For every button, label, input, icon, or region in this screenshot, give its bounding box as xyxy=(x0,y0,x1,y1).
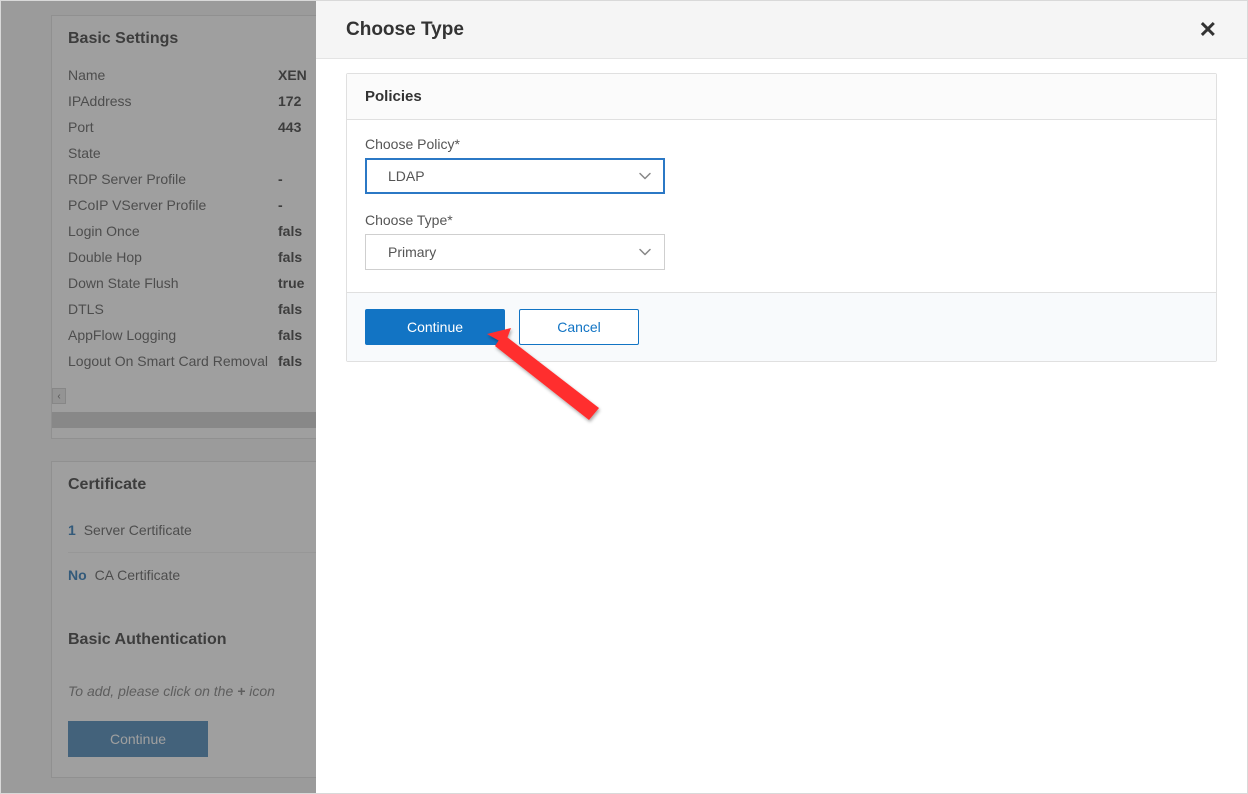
choose-type-value: Primary xyxy=(388,244,436,260)
policies-footer: Continue Cancel xyxy=(347,293,1216,361)
choose-type-modal: Choose Type ✕ Policies Choose Policy* LD… xyxy=(316,1,1247,793)
choose-type-dropdown[interactable]: Primary xyxy=(365,234,665,270)
choose-policy-dropdown[interactable]: LDAP xyxy=(365,158,665,194)
chevron-down-icon xyxy=(638,169,652,183)
policies-body: Choose Policy* LDAP Choose Type* Primary xyxy=(347,120,1216,293)
choose-policy-value: LDAP xyxy=(388,168,425,184)
policies-section: Policies Choose Policy* LDAP Choose Type… xyxy=(346,73,1217,362)
modal-header: Choose Type ✕ xyxy=(316,1,1247,59)
continue-button[interactable]: Continue xyxy=(365,309,505,345)
close-icon[interactable]: ✕ xyxy=(1199,19,1217,41)
choose-type-label: Choose Type* xyxy=(365,212,1198,228)
modal-body: Policies Choose Policy* LDAP Choose Type… xyxy=(316,59,1247,376)
choose-policy-label: Choose Policy* xyxy=(365,136,1198,152)
policies-header: Policies xyxy=(347,74,1216,120)
cancel-button[interactable]: Cancel xyxy=(519,309,639,345)
modal-title: Choose Type xyxy=(346,19,464,41)
chevron-down-icon xyxy=(638,245,652,259)
